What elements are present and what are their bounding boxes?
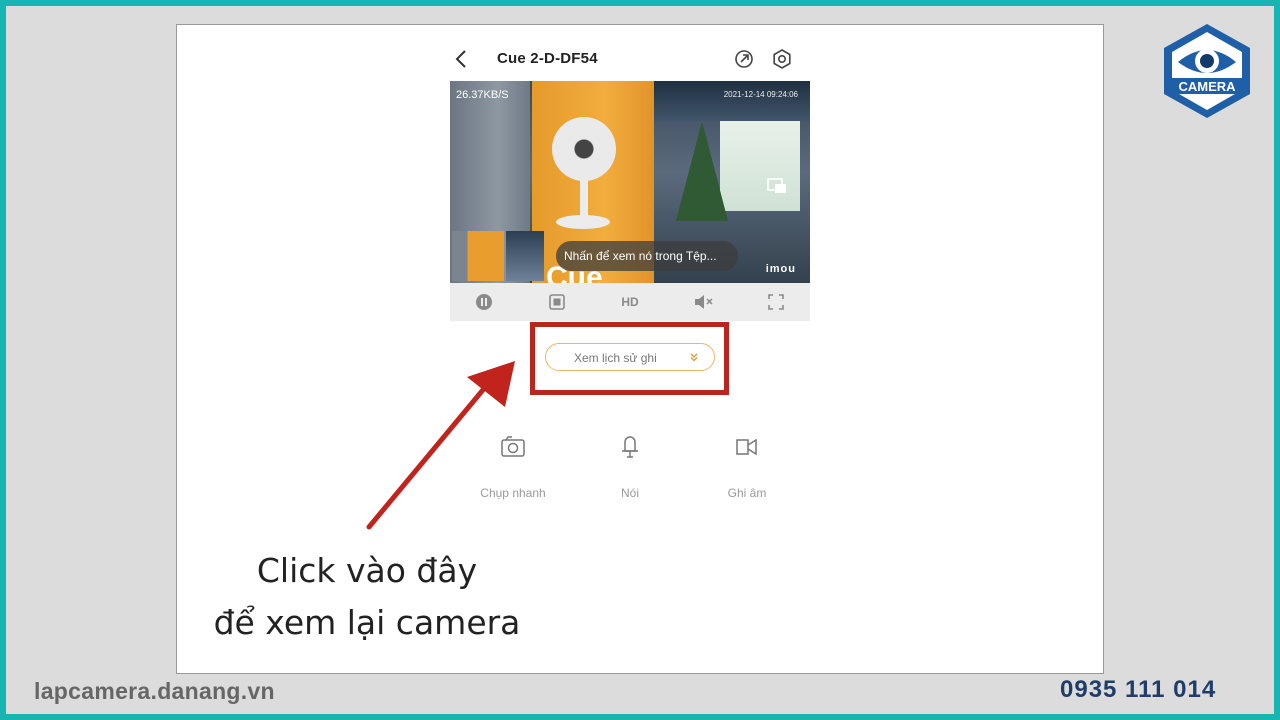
video-scene-camera-neck <box>580 179 588 217</box>
record-history-label: Xem lịch sử ghi <box>574 351 657 365</box>
record-button[interactable] <box>537 283 577 321</box>
record-history-button[interactable]: Xem lịch sử ghi <box>545 343 715 371</box>
camera-logo: CAMERA <box>1164 24 1250 118</box>
speaker-muted-icon <box>695 295 713 309</box>
player-controls: HD <box>450 283 810 321</box>
snapshot-toast[interactable]: Nhấn để xem nó trong Tệp... <box>556 241 738 271</box>
live-video-view[interactable]: Cue 26.37KB/S 2021-12-14 09:24:06 Nhấn đ… <box>450 81 810 283</box>
logo-text: CAMERA <box>1178 79 1236 94</box>
instruction-line-1: Click vào đây <box>256 551 478 590</box>
pause-icon <box>476 294 492 310</box>
stop-icon <box>549 294 565 310</box>
talk-label: Nói <box>620 486 639 500</box>
video-scene-camera-foot <box>556 215 610 229</box>
video-timestamp: 2021-12-14 09:24:06 <box>723 90 798 99</box>
pause-button[interactable] <box>464 283 504 321</box>
back-icon[interactable] <box>450 47 474 71</box>
gear-icon[interactable] <box>770 47 794 71</box>
record-video-label: Ghi âm <box>727 486 767 500</box>
video-scene-shop <box>720 121 800 211</box>
microphone-icon <box>622 436 638 458</box>
app-header: Cue 2-D-DF54 <box>450 45 810 75</box>
quality-button[interactable]: HD <box>610 283 650 321</box>
record-video-button[interactable]: Ghi âm <box>697 429 797 509</box>
bitrate-readout: 26.37KB/S <box>456 89 509 101</box>
device-title: Cue 2-D-DF54 <box>497 50 598 67</box>
talk-button[interactable]: Nói <box>580 429 680 509</box>
brand-watermark: imou <box>765 263 796 275</box>
video-record-icon <box>736 438 757 456</box>
snapshot-thumbnail[interactable] <box>452 231 504 281</box>
snapshot-thumbnail[interactable] <box>506 231 544 281</box>
instruction-line-2: để xem lại camera <box>213 603 521 642</box>
video-scene-camera <box>552 117 616 181</box>
snapshot-thumbnails[interactable] <box>452 231 544 281</box>
video-scene-ceiling <box>654 81 810 121</box>
mute-button[interactable] <box>684 283 724 321</box>
picture-in-picture-icon[interactable] <box>766 177 788 195</box>
pointer-arrow <box>366 361 515 530</box>
share-icon[interactable] <box>732 47 756 71</box>
chevron-down-icon <box>690 353 698 362</box>
hotline-number: 0935 111 014 <box>1060 676 1217 703</box>
video-scene-tree <box>676 121 728 221</box>
fullscreen-icon <box>768 294 784 310</box>
website-url: lapcamera.danang.vn <box>34 678 275 704</box>
instruction-text: Click vào đây để xem lại camera <box>197 545 537 649</box>
fullscreen-button[interactable] <box>756 283 796 321</box>
screenshot-panel: Cue 2-D-DF54 Cue 26.37KB/S 2021-12-14 09… <box>176 24 1104 674</box>
